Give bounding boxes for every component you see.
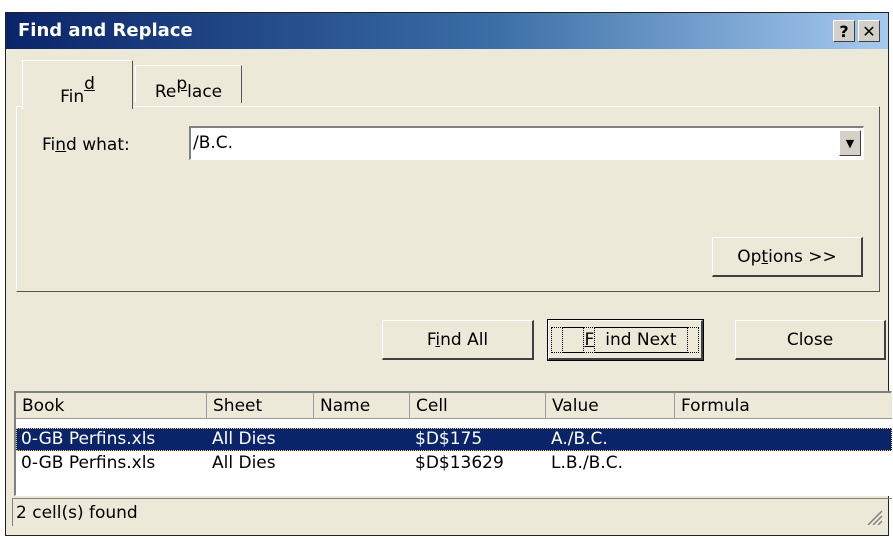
results-list[interactable]: Book Sheet Name Cell Value Formula 0-GB …	[14, 391, 892, 496]
tab-replace[interactable]: Replace	[135, 65, 242, 103]
find-what-input[interactable]	[193, 132, 813, 154]
status-text: 2 cell(s) found	[16, 503, 138, 523]
find-all-button-label: Find All	[426, 329, 489, 350]
result-cell: $D$175	[415, 429, 483, 449]
tab-find[interactable]: Find	[22, 60, 133, 109]
result-book: 0-GB Perfins.xls	[21, 429, 156, 449]
tab-replace-label: Replace	[154, 74, 223, 102]
options-button-label: Options >>	[737, 246, 837, 267]
result-value: A./B.C.	[551, 429, 608, 449]
help-button[interactable]: ?	[833, 20, 855, 42]
chevron-down-icon: ▼	[845, 136, 855, 150]
find-next-button-label: Find Next	[551, 326, 699, 353]
tab-find-label: Find	[60, 74, 95, 107]
result-book: 0-GB Perfins.xls	[21, 453, 156, 473]
find-next-button[interactable]: Find Next	[547, 319, 704, 361]
status-bar: 2 cell(s) found	[12, 498, 892, 526]
close-icon: ✕	[862, 21, 876, 41]
find-what-dropdown-button[interactable]: ▼	[839, 130, 861, 156]
result-sheet: All Dies	[212, 453, 276, 473]
title-bar[interactable]: Find and Replace ? ✕	[6, 13, 888, 49]
result-row[interactable]: 0-GB Perfins.xls All Dies $D$13629 L.B./…	[16, 452, 892, 475]
find-what-combobox[interactable]: ▼	[189, 126, 864, 160]
result-sheet: All Dies	[212, 429, 276, 449]
options-button[interactable]: Options >>	[712, 237, 863, 277]
close-window-button[interactable]: ✕	[858, 20, 880, 42]
column-header-book[interactable]: Book	[16, 393, 207, 419]
find-all-button[interactable]: Find All	[382, 320, 534, 360]
column-header-cell[interactable]: Cell	[410, 393, 546, 419]
result-value: L.B./B.C.	[551, 453, 624, 473]
resize-grip-icon[interactable]	[863, 509, 883, 525]
close-button[interactable]: Close	[735, 320, 886, 360]
column-header-sheet[interactable]: Sheet	[207, 393, 314, 419]
result-row[interactable]: 0-GB Perfins.xls All Dies $D$175 A./B.C.	[16, 428, 892, 451]
column-header-value[interactable]: Value	[546, 393, 675, 419]
find-what-label: Find what:	[42, 135, 130, 155]
result-cell: $D$13629	[415, 453, 504, 473]
window-title: Find and Replace	[18, 20, 193, 41]
column-header-formula[interactable]: Formula	[675, 393, 892, 419]
column-header-name[interactable]: Name	[314, 393, 410, 419]
